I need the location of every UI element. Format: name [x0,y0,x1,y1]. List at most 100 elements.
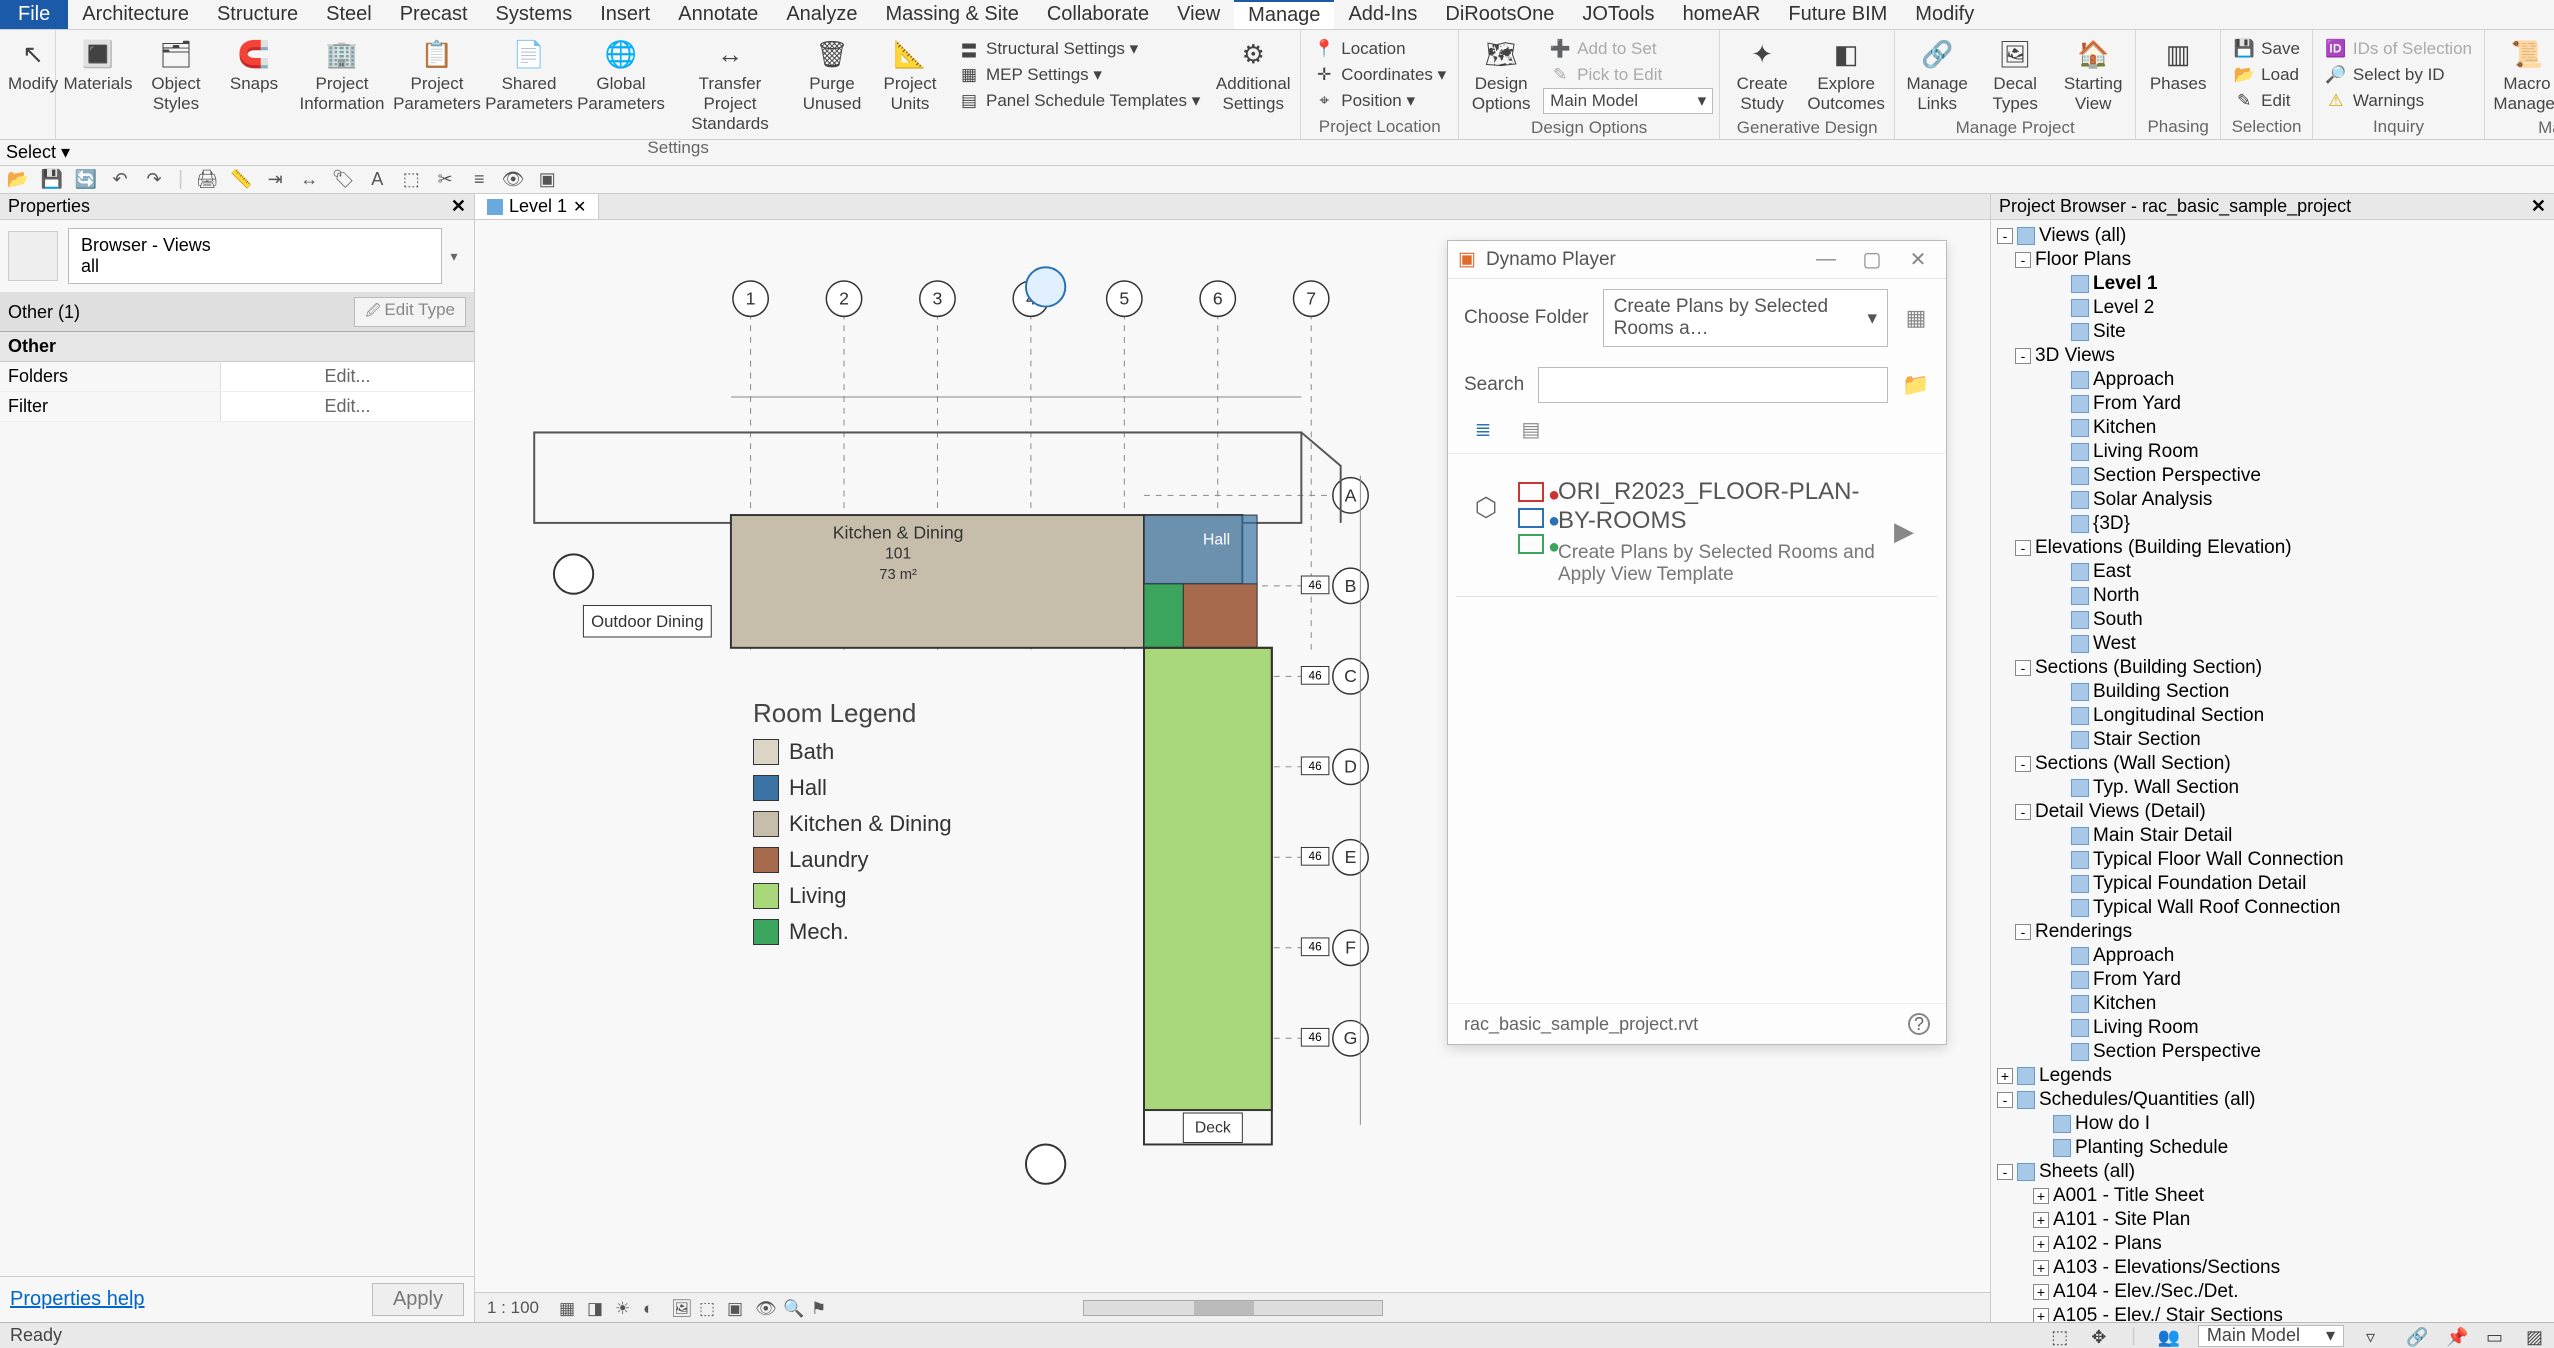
panel-schedule-button[interactable]: ▤Panel Schedule Templates ▾ [952,88,1206,114]
expand-icon[interactable]: + [2033,1308,2049,1322]
load-selection-button[interactable]: 📂Load [2227,62,2306,88]
materials-button[interactable]: 🔳Materials [62,34,134,96]
menu-tab-architecture[interactable]: Architecture [68,0,203,29]
section-icon[interactable]: ✂ [435,170,455,190]
menu-tab-massing-site[interactable]: Massing & Site [871,0,1032,29]
3d-icon[interactable]: ⬚ [401,170,421,190]
background-icon[interactable]: ▨ [2526,1327,2544,1345]
drag-icon[interactable]: ✥ [2091,1327,2109,1345]
dim-icon[interactable]: ↔ [299,170,319,190]
tree-node[interactable]: +Legends [1997,1064,2548,1088]
tree-node[interactable]: {3D} [1997,512,2548,536]
menu-tab-future-bim[interactable]: Future BIM [1774,0,1901,29]
visual-style-icon[interactable]: ◨ [587,1299,605,1317]
selection-toggle-icon[interactable]: ⬚ [2051,1327,2069,1345]
thin-lines-icon[interactable]: ≡ [469,170,489,190]
save-icon[interactable]: 💾 [42,170,62,190]
tree-node[interactable]: Living Room [1997,440,2548,464]
collapse-icon[interactable]: - [2015,348,2031,364]
collapse-icon[interactable]: - [2015,804,2031,820]
crop-region-icon[interactable]: ▣ [727,1299,745,1317]
tree-node[interactable]: Main Stair Detail [1997,824,2548,848]
folder-icon[interactable]: 📁 [1902,371,1930,399]
tree-node[interactable]: Typ. Wall Section [1997,776,2548,800]
menu-tab-modify[interactable]: Modify [1901,0,1988,29]
tree-node[interactable]: Stair Section [1997,728,2548,752]
tree-node[interactable]: +A101 - Site Plan [1997,1208,2548,1232]
global-parameters-button[interactable]: 🌐Global Parameters [578,34,664,116]
expand-icon[interactable]: + [2033,1212,2049,1228]
category-header-other[interactable]: Other [0,332,474,362]
menu-tab-steel[interactable]: Steel [312,0,386,29]
structural-settings-button[interactable]: 〓Structural Settings ▾ [952,36,1206,62]
expand-icon[interactable]: + [2033,1236,2049,1252]
tag-icon[interactable]: 🏷 [333,170,353,190]
temp-hide-icon[interactable]: ⚑ [811,1299,829,1317]
edit-type-button[interactable]: 🖉Edit Type [354,297,466,327]
tree-node[interactable]: Kitchen [1997,992,2548,1016]
expand-icon[interactable]: + [2033,1260,2049,1276]
file-menu[interactable]: File [0,0,68,29]
detail-level-icon[interactable]: ▦ [559,1299,577,1317]
menu-tab-manage[interactable]: Manage [1234,0,1334,29]
tree-node[interactable]: Approach [1997,944,2548,968]
collapse-icon[interactable]: - [1997,1164,2013,1180]
sync-icon[interactable]: 🔄 [76,170,96,190]
mep-settings-button[interactable]: ▦MEP Settings ▾ [952,62,1206,88]
explore-outcomes-button[interactable]: ◧Explore Outcomes [1804,34,1888,116]
switch-windows-icon[interactable]: ▣ [537,170,557,190]
apply-button[interactable]: Apply [372,1283,464,1316]
tree-node[interactable]: -Sheets (all) [1997,1160,2548,1184]
help-icon[interactable]: ? [1908,1013,1930,1035]
object-styles-button[interactable]: 🗂Object Styles [140,34,212,116]
modify-tool[interactable]: ↖Modify [6,34,60,96]
tree-node[interactable]: +A105 - Elev./ Stair Sections [1997,1304,2548,1322]
snaps-button[interactable]: 🧲Snaps [218,34,290,96]
sun-path-icon[interactable]: ☀ [615,1299,633,1317]
collapse-icon[interactable]: - [2015,756,2031,772]
filter-icon[interactable]: ▿ [2366,1327,2384,1345]
horizontal-scrollbar[interactable] [1083,1300,1383,1316]
tree-node[interactable]: -Sections (Wall Section) [1997,752,2548,776]
expand-icon[interactable]: + [2033,1284,2049,1300]
tree-node[interactable]: Approach [1997,368,2548,392]
menu-tab-dirootsone[interactable]: DiRootsOne [1431,0,1568,29]
run-script-button[interactable]: ▶ [1894,516,1926,547]
tree-node[interactable]: +A103 - Elevations/Sections [1997,1256,2548,1280]
menu-tab-homear[interactable]: homeAR [1669,0,1775,29]
position-button[interactable]: ⌖Position ▾ [1307,88,1452,114]
collapse-icon[interactable]: - [2015,252,2031,268]
tree-node[interactable]: Planting Schedule [1997,1136,2548,1160]
reveal-icon[interactable]: 🔍 [783,1299,801,1317]
shared-parameters-button[interactable]: 📄Shared Parameters [486,34,572,116]
coordinates-button[interactable]: ✛Coordinates ▾ [1307,62,1452,88]
project-units-button[interactable]: 📐Project Units [874,34,946,116]
rendering-icon[interactable]: 🖼 [671,1299,689,1317]
drawing-canvas[interactable]: 1 2 3 4 5 6 7 A B46 C46 D46 E46 F46 G46 [475,220,1990,1292]
transfer-standards-button[interactable]: ↔Transfer Project Standards [670,34,790,136]
expand-icon[interactable]: + [2033,1188,2049,1204]
detail-view-button[interactable]: ▤ [1516,417,1546,441]
manage-links-button[interactable]: 🔗Manage Links [1901,34,1973,116]
open-icon[interactable]: 📂 [8,170,28,190]
tree-node[interactable]: -Sections (Building Section) [1997,656,2548,680]
create-study-button[interactable]: ✦Create Study [1726,34,1798,116]
folder-dropdown[interactable]: Create Plans by Selected Rooms a… ▾ [1603,289,1888,347]
view-tab-level1[interactable]: Level 1 ✕ [475,194,599,219]
type-selector[interactable]: Browser - Views all ▾ [0,220,474,293]
additional-settings-button[interactable]: ⚙Additional Settings [1212,34,1294,116]
tree-node[interactable]: +A104 - Elev./Sec./Det. [1997,1280,2548,1304]
menu-tab-add-ins[interactable]: Add-Ins [1334,0,1431,29]
tree-node[interactable]: -Elevations (Building Elevation) [1997,536,2548,560]
text-icon[interactable]: A [367,170,387,190]
print-icon[interactable]: 🖨 [197,170,217,190]
tree-node[interactable]: Longitudinal Section [1997,704,2548,728]
tree-node[interactable]: Solar Analysis [1997,488,2548,512]
warnings-button[interactable]: ⚠Warnings [2319,88,2478,114]
purge-unused-button[interactable]: 🗑Purge Unused [796,34,868,116]
script-item[interactable]: ⬡ ● ● ● ORI_R2023_FLOOR-PLAN-BY-ROOMS Cr… [1456,468,1938,597]
tree-node[interactable]: Level 2 [1997,296,2548,320]
close-hidden-icon[interactable]: 👁 [503,170,523,190]
hide-icon[interactable]: 👁 [755,1299,773,1317]
measure-icon[interactable]: 📏 [231,170,251,190]
